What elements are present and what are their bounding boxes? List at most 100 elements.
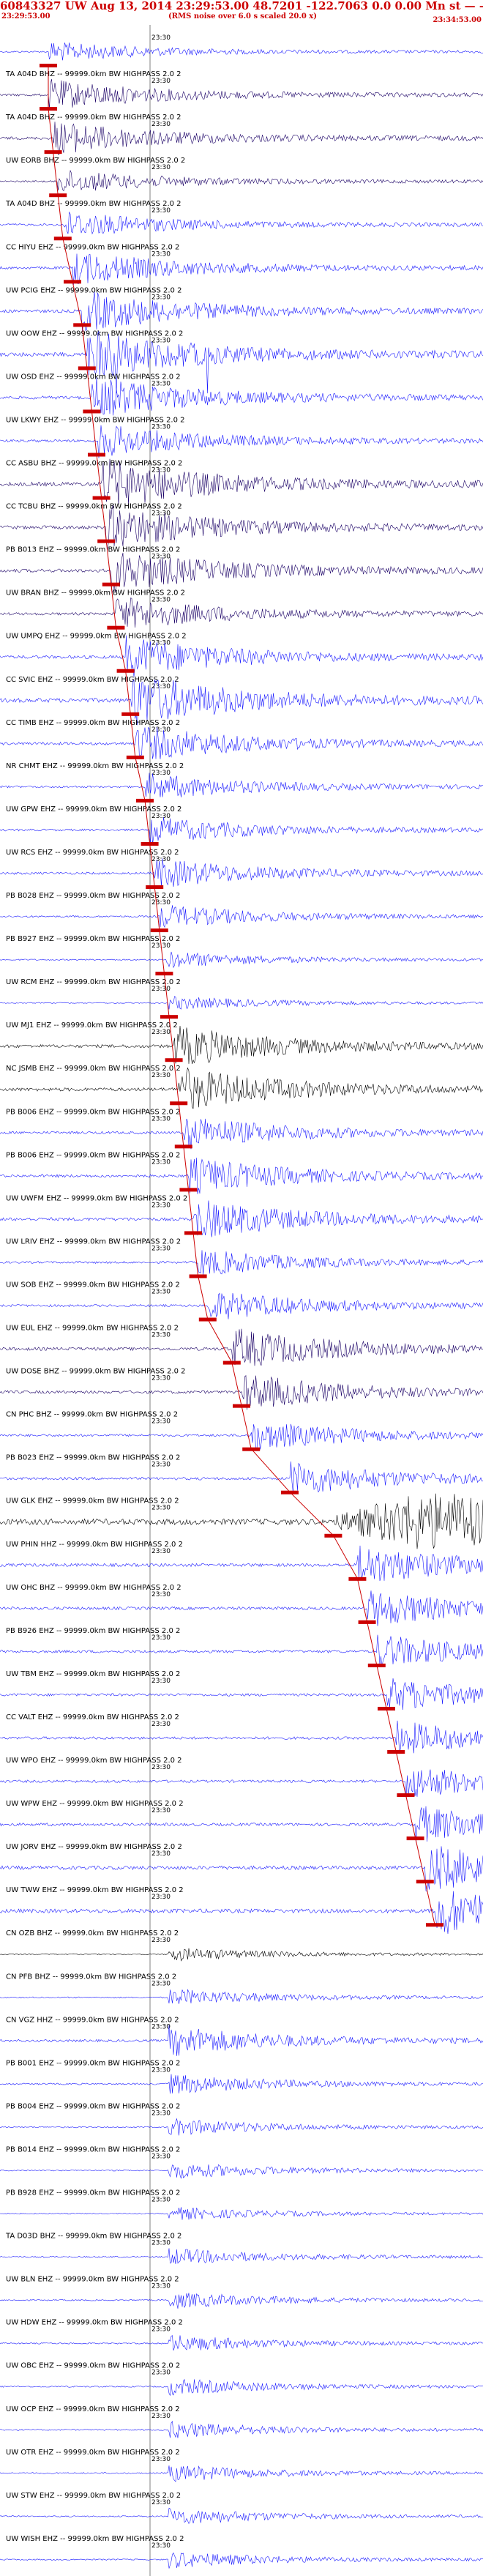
time-mark-label: 23:30 bbox=[151, 2370, 171, 2377]
time-mark-label: 23:30 bbox=[151, 1332, 171, 1339]
waveform bbox=[0, 817, 483, 845]
time-mark-label: 23:30 bbox=[151, 1288, 171, 1295]
time-mark-label: 23:30 bbox=[151, 2066, 171, 2074]
trace-row: UW LRIV EHZ -- 99999.0km BW HIGHPASS 2.0… bbox=[0, 1237, 483, 1278]
trace-row: UW GPW EHZ -- 99999.0km BW HIGHPASS 2.0 … bbox=[0, 805, 483, 846]
trace-row: UW WISH EHZ -- 99999.0km BW HIGHPASS 2.0… bbox=[0, 2535, 483, 2569]
time-mark-label: 23:30 bbox=[151, 1937, 171, 1944]
trace-row: 23:30 bbox=[0, 34, 483, 68]
waveform bbox=[0, 170, 483, 192]
trace-row: CC VALT EHZ -- 99999.0km BW HIGHPASS 2.0… bbox=[0, 1713, 483, 1754]
trace-row: NC JSMB EHZ -- 99999.0km BW HIGHPASS 2.0… bbox=[0, 1065, 483, 1109]
trace-row: UW OSD EHZ -- 99999.0km BW HIGHPASS 2.0 … bbox=[0, 373, 483, 416]
time-mark-label: 23:30 bbox=[151, 2110, 171, 2117]
trace-row: PB B928 EHZ -- 99999.0km BW HIGHPASS 2.0… bbox=[0, 2189, 483, 2220]
waveform bbox=[0, 79, 483, 110]
waveform bbox=[0, 1720, 483, 1754]
waveform bbox=[0, 2335, 483, 2351]
waveform bbox=[0, 726, 483, 759]
time-mark-label: 23:30 bbox=[151, 207, 171, 215]
end-time-label: 23:34:53.00 bbox=[433, 16, 482, 24]
waveform bbox=[0, 2074, 483, 2094]
trace-row: PB B013 EHZ -- 99999.0km BW HIGHPASS 2.0… bbox=[0, 546, 483, 594]
time-mark-label: 23:30 bbox=[151, 1591, 171, 1598]
trace-row: PB B001 EHZ -- 99999.0km BW HIGHPASS 2.0… bbox=[0, 2059, 483, 2094]
waveform bbox=[0, 1292, 483, 1319]
time-mark-label: 23:30 bbox=[151, 250, 171, 258]
trace-row: UW OHC BHZ -- 99999.0km BW HIGHPASS 2.0 … bbox=[0, 1584, 483, 1626]
waveform bbox=[0, 1461, 483, 1493]
time-mark-label: 23:30 bbox=[151, 1462, 171, 1469]
time-mark-label: 23:30 bbox=[151, 1807, 171, 1814]
trace-row: CC ASBU BHZ -- 99999.0km BW HIGHPASS 2.0… bbox=[0, 458, 483, 505]
trace-row: CC SVIC EHZ -- 99999.0km BW HIGHPASS 2.0… bbox=[0, 676, 483, 726]
waveform bbox=[0, 211, 483, 235]
waveform bbox=[0, 2378, 483, 2397]
time-mark-label: 23:30 bbox=[151, 1894, 171, 1901]
trace-row: UW OCP EHZ -- 99999.0km BW HIGHPASS 2.0 … bbox=[0, 2405, 483, 2438]
trace-row: UW MJ1 EHZ -- 99999.0km BW HIGHPASS 2.0 … bbox=[0, 1021, 483, 1065]
trace-row: UW PHIN HHZ -- 99999.0km BW HIGHPASS 2.0… bbox=[0, 1541, 483, 1582]
time-mark-label: 23:30 bbox=[151, 2542, 171, 2550]
waveform bbox=[0, 1157, 483, 1194]
time-mark-label: 23:30 bbox=[151, 856, 171, 863]
time-mark-label: 23:30 bbox=[151, 986, 171, 993]
waveform bbox=[0, 1634, 483, 1667]
time-mark-label: 23:30 bbox=[151, 1721, 171, 1728]
time-mark-label: 23:30 bbox=[151, 554, 171, 561]
trace-row: PB B004 EHZ -- 99999.0km BW HIGHPASS 2.0… bbox=[0, 2102, 483, 2136]
waveform bbox=[0, 1067, 483, 1109]
trace-row: PB B927 EHZ -- 99999.0km BW HIGHPASS 2.0… bbox=[0, 935, 483, 976]
time-mark-label: 23:30 bbox=[151, 1158, 171, 1166]
trace-row: CN PFB BHZ -- 99999.0km BW HIGHPASS 2.0 … bbox=[0, 1973, 483, 2004]
time-mark-label: 23:30 bbox=[151, 1505, 171, 1512]
time-mark-label: 23:30 bbox=[151, 337, 171, 344]
trace-row: UW TBM EHZ -- 99999.0km BW HIGHPASS 2.0 … bbox=[0, 1670, 483, 1710]
trace-row: PB B023 EHZ -- 99999.0km BW HIGHPASS 2.0… bbox=[0, 1454, 483, 1494]
waveform bbox=[0, 2552, 483, 2569]
time-mark-label: 23:30 bbox=[151, 813, 171, 820]
trace-row: UW JORV EHZ -- 99999.0km BW HIGHPASS 2.0… bbox=[0, 1843, 483, 1892]
time-mark-label: 23:30 bbox=[151, 1072, 171, 1079]
waveform bbox=[0, 1989, 483, 2004]
trace-row: UW OOW EHZ -- 99999.0km BW HIGHPASS 2.0 … bbox=[0, 330, 483, 394]
waveform bbox=[0, 1250, 483, 1275]
time-mark-label: 23:30 bbox=[151, 770, 171, 777]
waveform bbox=[0, 2421, 483, 2438]
time-mark-label: 23:30 bbox=[151, 2326, 171, 2334]
time-mark-label: 23:30 bbox=[151, 294, 171, 301]
trace-row: UW DOSE BHZ -- 99999.0km BW HIGHPASS 2.0… bbox=[0, 1368, 483, 1410]
trace-row: UW BLN EHZ -- 99999.0km BW HIGHPASS 2.0 … bbox=[0, 2276, 483, 2309]
waveform bbox=[0, 122, 483, 155]
time-mark-label: 23:30 bbox=[151, 164, 171, 171]
time-mark-label: 23:30 bbox=[151, 899, 171, 907]
time-mark-label: 23:30 bbox=[151, 2023, 171, 2030]
waveform bbox=[0, 1846, 483, 1892]
trace-row: UW WPW EHZ -- 99999.0km BW HIGHPASS 2.0 … bbox=[0, 1800, 483, 1843]
trace-row: PB B028 EHZ -- 99999.0km BW HIGHPASS 2.0… bbox=[0, 892, 483, 933]
waveform bbox=[0, 505, 483, 550]
waveform bbox=[0, 905, 483, 928]
time-mark-label: 23:30 bbox=[151, 1245, 171, 1252]
time-mark-label: 23:30 bbox=[151, 423, 171, 431]
time-mark-label: 23:30 bbox=[151, 2197, 171, 2204]
trace-row: CC TCBU BHZ -- 99999.0km BW HIGHPASS 2.0… bbox=[0, 503, 483, 550]
waveform bbox=[0, 1678, 483, 1710]
seismogram-plot: 23:30TA A04D BHZ -- 99999.0km BW HIGHPAS… bbox=[0, 25, 483, 2576]
time-mark-label: 23:30 bbox=[151, 2283, 171, 2290]
trace-row: TA A04D BHZ -- 99999.0km BW HIGHPASS 2.0… bbox=[0, 70, 483, 111]
waveform bbox=[0, 2507, 483, 2524]
waveform bbox=[0, 2118, 483, 2136]
trace-row: UW BRAN BHZ -- 99999.0km BW HIGHPASS 2.0… bbox=[0, 589, 483, 630]
start-time-label: 23:29:53.00 bbox=[1, 12, 50, 21]
trace-row: UW OBC EHZ -- 99999.0km BW HIGHPASS 2.0 … bbox=[0, 2362, 483, 2397]
waveform bbox=[0, 1025, 483, 1065]
time-mark-label: 23:30 bbox=[151, 1029, 171, 1036]
time-mark-label: 23:30 bbox=[151, 1202, 171, 1209]
time-mark-label: 23:30 bbox=[151, 2413, 171, 2420]
time-mark-label: 23:30 bbox=[151, 726, 171, 734]
trace-row: UW RCM EHZ -- 99999.0km BW HIGHPASS 2.0 … bbox=[0, 978, 483, 1019]
waveform bbox=[0, 2293, 483, 2309]
trace-row: UW LKWY EHZ -- 99999.0km BW HIGHPASS 2.0… bbox=[0, 416, 483, 458]
trace-row: UW OTR EHZ -- 99999.0km BW HIGHPASS 2.0 … bbox=[0, 2449, 483, 2482]
